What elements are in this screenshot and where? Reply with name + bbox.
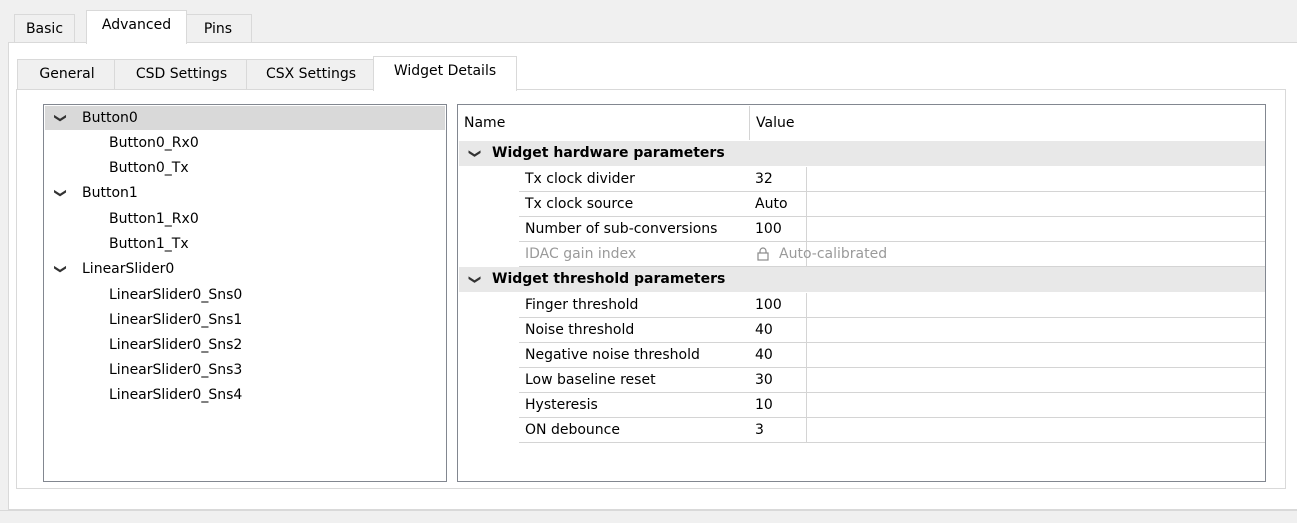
tab-pins[interactable]: Pins [184, 14, 252, 43]
tree-item-label: Button1_Tx [109, 236, 189, 252]
chevron-down-icon[interactable]: ❯ [49, 185, 73, 201]
property-row[interactable]: Finger threshold 100 [459, 293, 1265, 318]
property-value[interactable]: 10 [749, 393, 1265, 418]
property-value-locked: Auto-calibrated [749, 242, 1265, 267]
chevron-down-icon[interactable]: ❯ [49, 261, 73, 277]
lock-icon [757, 247, 769, 261]
tree-item-linearslider0[interactable]: ❯ LinearSlider0 [45, 257, 445, 281]
tree-item-button1-tx[interactable]: Button1_Tx [45, 232, 445, 256]
header-name: Name [464, 115, 506, 131]
property-row[interactable]: Hysteresis 10 [459, 393, 1265, 418]
property-row[interactable]: Negative noise threshold 40 [459, 343, 1265, 368]
tab-basic[interactable]: Basic [14, 14, 75, 43]
header-value: Value [756, 115, 795, 131]
tree-item-label: LinearSlider0_Sns3 [109, 362, 243, 378]
property-value[interactable]: 30 [749, 368, 1265, 393]
property-row[interactable]: ON debounce 3 [459, 418, 1265, 443]
property-value[interactable]: 32 [749, 167, 1265, 192]
property-row[interactable]: Number of sub-conversions 100 [459, 217, 1265, 242]
property-value[interactable]: 40 [749, 318, 1265, 343]
tree-item-label: LinearSlider0 [82, 261, 175, 277]
chevron-down-icon[interactable]: ❯ [463, 272, 488, 288]
tree-item-linearslider0-sns3[interactable]: LinearSlider0_Sns3 [45, 358, 445, 382]
status-bar [0, 510, 1297, 523]
tree-item-button0-tx[interactable]: Button0_Tx [45, 156, 445, 180]
chevron-down-icon[interactable]: ❯ [49, 110, 73, 126]
tab-csx-settings[interactable]: CSX Settings [246, 59, 376, 90]
property-value[interactable]: 3 [749, 418, 1265, 443]
tree-item-button0[interactable]: ❯ Button0 [45, 106, 445, 130]
category-threshold[interactable]: ❯ Widget threshold parameters [459, 267, 1265, 292]
category-label: Widget hardware parameters [492, 145, 725, 161]
tree-item-label: Button1 [82, 185, 138, 201]
widget-tree: ❯ Button0 Button0_Rx0 Button0_Tx ❯ Butto… [43, 104, 447, 482]
tab-advanced[interactable]: Advanced [86, 10, 187, 44]
tree-item-label: Button0 [82, 110, 138, 126]
property-grid: Name Value ❯ Widget hardware parameters … [457, 104, 1266, 482]
grid-header: Name Value [459, 106, 1265, 140]
tree-item-label: LinearSlider0_Sns2 [109, 337, 243, 353]
property-row[interactable]: Low baseline reset 30 [459, 368, 1265, 393]
top-tab-bar: Basic Advanced Pins [0, 0, 1297, 44]
tree-item-linearslider0-sns0[interactable]: LinearSlider0_Sns0 [45, 283, 445, 307]
tree-item-linearslider0-sns4[interactable]: LinearSlider0_Sns4 [45, 383, 445, 407]
chevron-down-icon[interactable]: ❯ [463, 146, 488, 162]
property-row[interactable]: Noise threshold 40 [459, 318, 1265, 343]
property-value[interactable]: 100 [749, 293, 1265, 318]
tree-item-label: Button0_Tx [109, 160, 189, 176]
tab-general[interactable]: General [17, 59, 117, 90]
category-hardware[interactable]: ❯ Widget hardware parameters [459, 141, 1265, 166]
category-label: Widget threshold parameters [492, 271, 726, 287]
tree-item-label: LinearSlider0_Sns0 [109, 287, 243, 303]
tree-item-button0-rx0[interactable]: Button0_Rx0 [45, 131, 445, 155]
tree-item-button1-rx0[interactable]: Button1_Rx0 [45, 207, 445, 231]
property-value[interactable]: 40 [749, 343, 1265, 368]
tab-csd-settings[interactable]: CSD Settings [114, 59, 249, 90]
tab-widget-details[interactable]: Widget Details [373, 56, 517, 91]
locked-value-text: Auto-calibrated [779, 246, 888, 262]
property-row[interactable]: Tx clock divider 32 [459, 167, 1265, 192]
tree-item-label: LinearSlider0_Sns1 [109, 312, 243, 328]
tree-item-label: Button1_Rx0 [109, 211, 199, 227]
property-value[interactable]: Auto [749, 192, 1265, 217]
tree-item-label: Button0_Rx0 [109, 135, 199, 151]
tree-item-button1[interactable]: ❯ Button1 [45, 181, 445, 205]
tree-item-linearslider0-sns1[interactable]: LinearSlider0_Sns1 [45, 308, 445, 332]
property-value[interactable]: 100 [749, 217, 1265, 242]
tree-item-linearslider0-sns2[interactable]: LinearSlider0_Sns2 [45, 333, 445, 357]
header-divider[interactable] [749, 106, 750, 140]
tree-item-label: LinearSlider0_Sns4 [109, 387, 243, 403]
property-row-disabled: IDAC gain index Auto-calibrated [459, 242, 1265, 267]
property-row[interactable]: Tx clock source Auto [459, 192, 1265, 217]
